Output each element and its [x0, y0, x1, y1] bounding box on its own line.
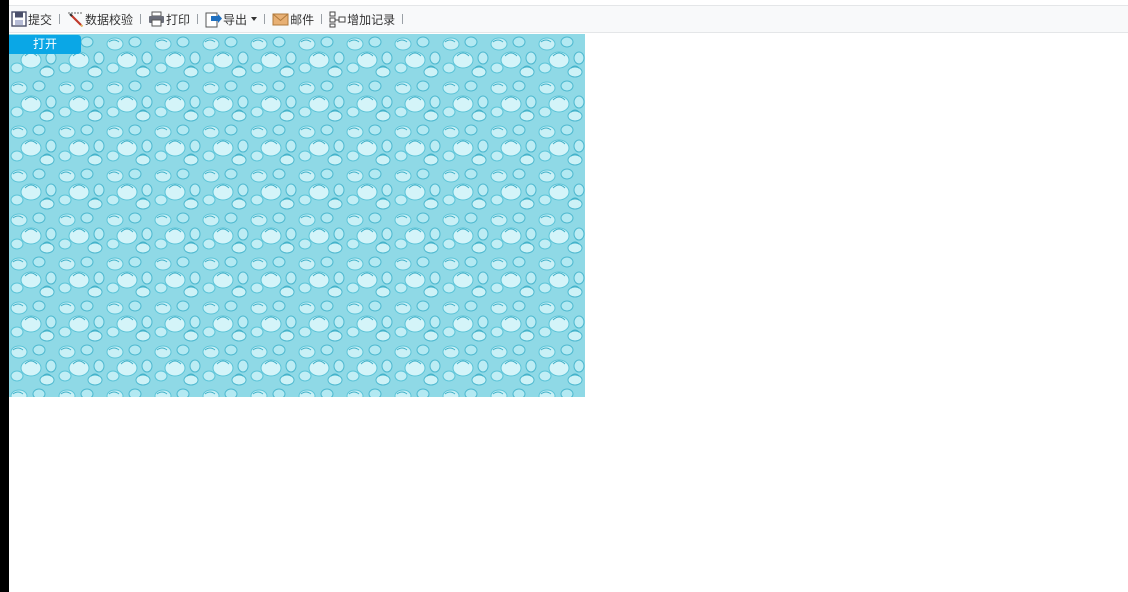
submit-button[interactable]: 提交 [9, 8, 53, 30]
data-validate-label: 数据校验 [85, 12, 134, 27]
report-toolbar: 提交 数据校验 打印 导出 邮件 增加记录 [9, 5, 1128, 33]
left-edge-strip [0, 0, 9, 592]
toolbar-separator [197, 14, 199, 24]
print-button[interactable]: 打印 [147, 8, 191, 30]
open-button[interactable]: 打开 [9, 35, 81, 54]
toolbar-separator [264, 14, 266, 24]
export-button[interactable]: 导出 [204, 8, 258, 30]
printer-icon [148, 11, 165, 28]
add-record-button[interactable]: 增加记录 [328, 8, 396, 30]
toolbar-separator [402, 14, 404, 24]
data-validate-button[interactable]: 数据校验 [66, 8, 134, 30]
export-icon [205, 11, 223, 28]
print-label: 打印 [166, 12, 191, 27]
export-label: 导出 [223, 12, 248, 27]
email-label: 邮件 [290, 12, 315, 27]
toolbar-separator [59, 14, 61, 24]
envelope-icon [272, 11, 289, 28]
chevron-down-icon[interactable] [251, 17, 258, 21]
add-record-icon [329, 11, 346, 28]
water-drop-texture [9, 34, 585, 397]
add-record-label: 增加记录 [347, 12, 396, 27]
report-content-area: 打开 [9, 34, 585, 397]
email-button[interactable]: 邮件 [271, 8, 315, 30]
toolbar-separator [140, 14, 142, 24]
pencil-check-icon [67, 11, 84, 28]
toolbar-separator [321, 14, 323, 24]
submit-label: 提交 [28, 12, 53, 27]
save-icon [10, 11, 27, 28]
